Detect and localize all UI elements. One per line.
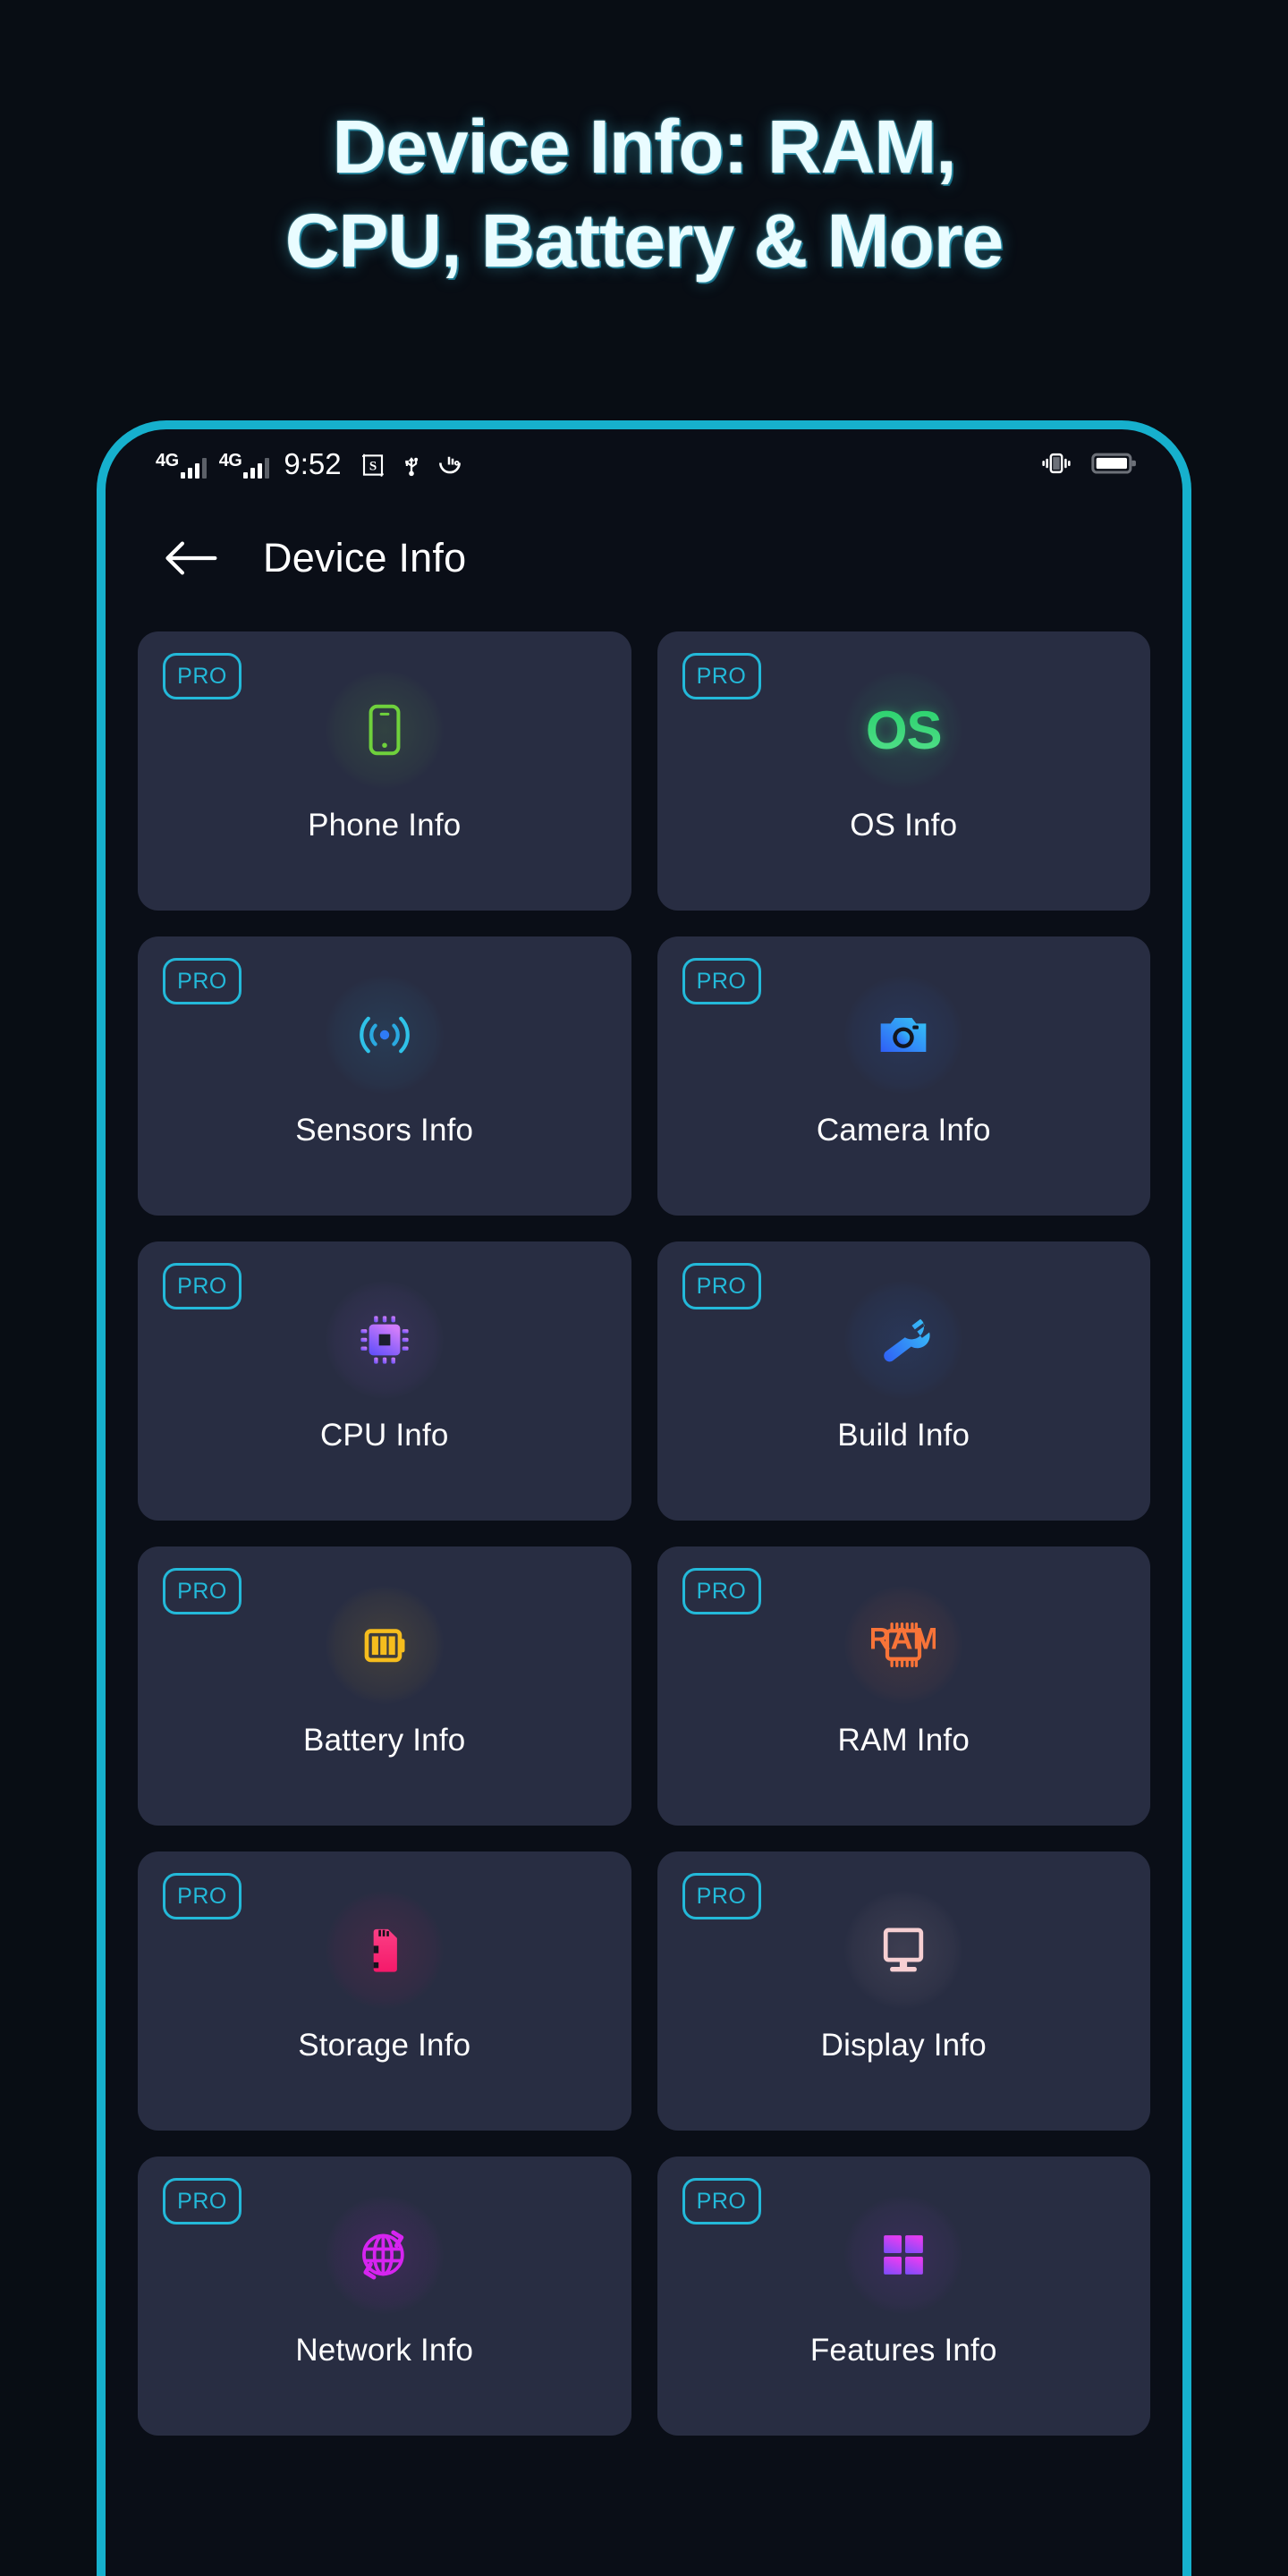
signal-wave-icon bbox=[325, 976, 444, 1094]
status-bar: 4G 4G 9:52 S bbox=[106, 429, 1182, 497]
card-camera-info[interactable]: PRO Camera Info bbox=[657, 936, 1150, 1216]
screenshot-icon: S bbox=[360, 452, 386, 479]
sd-card-icon bbox=[325, 1891, 444, 2009]
cpu-chip-icon bbox=[325, 1281, 444, 1399]
page-title: Device Info bbox=[263, 535, 467, 580]
pro-badge: PRO bbox=[682, 2178, 761, 2224]
status-bar-left: 4G 4G 9:52 S bbox=[156, 449, 463, 479]
pro-badge: PRO bbox=[163, 1873, 242, 1919]
os-text-icon: OS bbox=[844, 671, 963, 789]
card-label: Sensors Info bbox=[295, 1113, 474, 1148]
card-label: Build Info bbox=[837, 1418, 970, 1453]
signal-bars-icon bbox=[243, 457, 270, 479]
card-storage-info[interactable]: PRO Storage Info bbox=[138, 1852, 631, 2131]
card-display-info[interactable]: PRO Display Info bbox=[657, 1852, 1150, 2131]
pro-badge: PRO bbox=[682, 1873, 761, 1919]
card-features-info[interactable]: PRO Features Info bbox=[657, 2157, 1150, 2436]
pro-badge: PRO bbox=[163, 653, 242, 699]
card-cpu-info[interactable]: PRO CPU Info bbox=[138, 1241, 631, 1521]
network-type-label-2: 4G bbox=[218, 450, 242, 470]
wrench-icon bbox=[844, 1281, 963, 1399]
promo-headline: Device Info: RAM, CPU, Battery & More bbox=[284, 105, 1004, 283]
app-bar: Device Info bbox=[106, 497, 1182, 619]
card-label: Display Info bbox=[820, 2028, 987, 2063]
phone-frame: 4G 4G 9:52 S Device Info PRO Phone Info … bbox=[97, 420, 1191, 2576]
card-ram-info[interactable]: PRO RAM RAM Info bbox=[657, 1546, 1150, 1826]
pro-badge: PRO bbox=[163, 958, 242, 1004]
signal-indicator-sim1: 4G bbox=[156, 452, 207, 479]
monitor-icon bbox=[844, 1891, 963, 2009]
pro-badge: PRO bbox=[682, 958, 761, 1004]
pro-badge: PRO bbox=[682, 1568, 761, 1614]
globe-arrows-icon bbox=[325, 2196, 444, 2314]
card-build-info[interactable]: PRO Build Info bbox=[657, 1241, 1150, 1521]
svg-text:S: S bbox=[369, 459, 376, 473]
battery-icon bbox=[325, 1586, 444, 1704]
gesture-icon bbox=[436, 452, 463, 479]
card-network-info[interactable]: PRO Network Info bbox=[138, 2157, 631, 2436]
pro-badge: PRO bbox=[682, 653, 761, 699]
smartphone-icon bbox=[325, 671, 444, 789]
card-phone-info[interactable]: PRO Phone Info bbox=[138, 631, 631, 911]
card-os-info[interactable]: PRO OS OS Info bbox=[657, 631, 1150, 911]
card-battery-info[interactable]: PRO Battery Info bbox=[138, 1546, 631, 1826]
card-sensors-info[interactable]: PRO Sensors Info bbox=[138, 936, 631, 1216]
battery-full-icon bbox=[1091, 451, 1138, 476]
usb-icon bbox=[399, 452, 424, 479]
signal-bars-icon bbox=[180, 457, 207, 479]
card-label: Features Info bbox=[809, 2333, 997, 2368]
promo-screenshot: Device Info: RAM, CPU, Battery & More 4G… bbox=[0, 0, 1288, 2576]
card-label: RAM Info bbox=[837, 1723, 970, 1758]
pro-badge: PRO bbox=[163, 1568, 242, 1614]
ram-chip-icon: RAM bbox=[844, 1586, 963, 1704]
card-label: OS Info bbox=[850, 808, 958, 843]
arrow-left-icon[interactable] bbox=[163, 537, 218, 580]
status-bar-clock: 9:52 bbox=[284, 446, 342, 480]
pro-badge: PRO bbox=[163, 2178, 242, 2224]
grid-four-icon bbox=[844, 2196, 963, 2314]
pro-badge: PRO bbox=[163, 1263, 242, 1309]
card-label: Battery Info bbox=[303, 1723, 466, 1758]
vibrate-icon bbox=[1038, 450, 1075, 477]
pro-badge: PRO bbox=[682, 1263, 761, 1309]
card-label: Camera Info bbox=[816, 1113, 991, 1148]
signal-indicator-sim2: 4G bbox=[219, 452, 270, 479]
card-label: Phone Info bbox=[308, 808, 462, 843]
device-info-grid: PRO Phone Info PRO OS OS Info PRO Sensor… bbox=[106, 619, 1182, 2436]
card-label: CPU Info bbox=[319, 1418, 449, 1453]
status-bar-right bbox=[1038, 450, 1138, 477]
card-label: Network Info bbox=[295, 2333, 474, 2368]
network-type-label-1: 4G bbox=[156, 450, 179, 470]
card-label: Storage Info bbox=[298, 2028, 471, 2063]
camera-icon bbox=[844, 976, 963, 1094]
